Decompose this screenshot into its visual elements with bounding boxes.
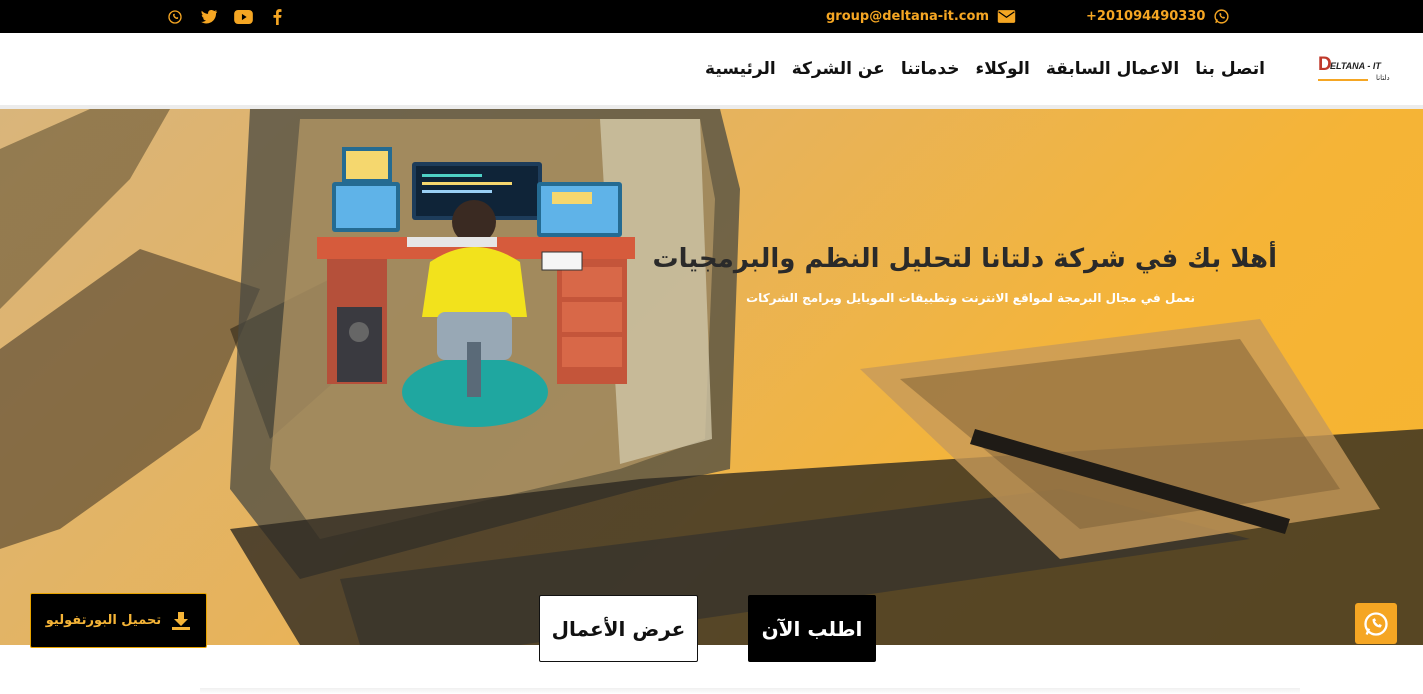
nav-menu: الرئيسية عن الشركة خدماتنا الوكلاء الاعم…: [705, 33, 1265, 105]
youtube-icon[interactable]: [226, 9, 260, 24]
nav-item-home[interactable]: الرئيسية: [705, 59, 776, 79]
top-bar: +201094490330 group@deltana-it.com: [0, 0, 1423, 33]
social-links: [158, 0, 294, 33]
phone-number: +201094490330: [1086, 9, 1206, 24]
main-navbar: الرئيسية عن الشركة خدماتنا الوكلاء الاعم…: [0, 33, 1423, 109]
download-icon: [172, 611, 191, 630]
phone-contact[interactable]: +201094490330: [1086, 0, 1230, 33]
hero-heading: أهلا بك في شركة دلتانا لتحليل النظم والب…: [652, 244, 1278, 274]
facebook-icon[interactable]: [260, 8, 294, 25]
section-divider: [200, 688, 1300, 694]
nav-item-contact[interactable]: اتصل بنا: [1195, 59, 1265, 79]
email-contact[interactable]: group@deltana-it.com: [826, 0, 1016, 33]
hero-banner: أهلا بك في شركة دلتانا لتحليل النظم والب…: [0, 109, 1423, 645]
developer-illustration: [317, 147, 635, 427]
download-portfolio-label: تحميل البورتفوليو: [45, 613, 162, 628]
email-address: group@deltana-it.com: [826, 9, 989, 24]
download-portfolio-button[interactable]: تحميل البورتفوليو: [30, 593, 207, 648]
logo[interactable]: D ELTANA - IT دلتانا: [1316, 54, 1394, 85]
twitter-icon[interactable]: [192, 9, 226, 24]
nav-item-about[interactable]: عن الشركة: [792, 59, 885, 79]
nav-item-previous-works[interactable]: الاعمال السابقة: [1046, 59, 1179, 79]
laptop-photo-background: [0, 109, 1423, 645]
whatsapp-social-icon[interactable]: [158, 9, 192, 25]
svg-text:دلتانا: دلتانا: [1376, 74, 1390, 82]
whatsapp-chat-button[interactable]: [1355, 603, 1397, 644]
whatsapp-icon: [1364, 611, 1388, 636]
order-now-button[interactable]: اطلب الآن: [748, 595, 876, 662]
nav-item-agents[interactable]: الوكلاء: [976, 59, 1030, 79]
view-works-button[interactable]: عرض الأعمال: [539, 595, 698, 662]
envelope-icon: [997, 10, 1016, 23]
svg-text:ELTANA - IT: ELTANA - IT: [1330, 61, 1382, 71]
hero-subheading: نعمل في مجال البرمجة لمواقع الانترنت وتط…: [746, 291, 1195, 305]
nav-item-services[interactable]: خدماتنا: [901, 59, 960, 79]
whatsapp-icon: [1214, 9, 1230, 24]
